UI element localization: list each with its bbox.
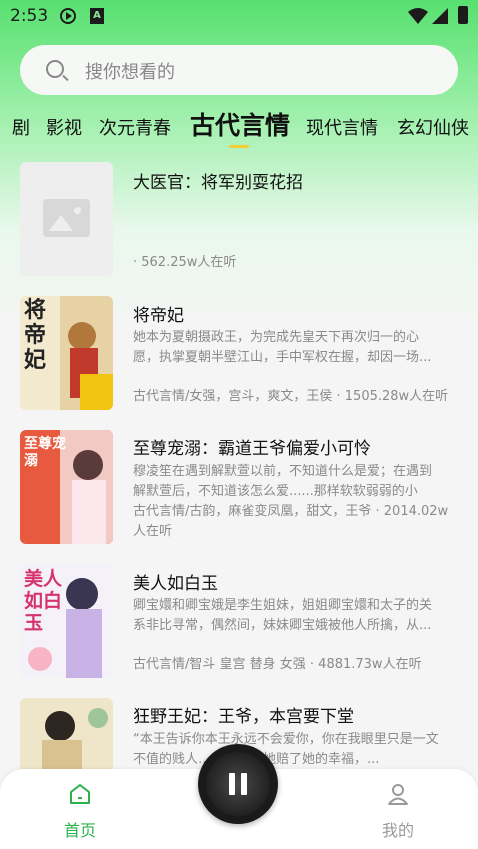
floating-player-button[interactable] — [198, 744, 278, 824]
cover-title: 美人如白玉 — [24, 568, 63, 634]
book-item[interactable]: 将帝妃 将帝妃 她本为夏朝摄政王，为完成先皇天下再次归一的心愿，执掌夏朝半壁江山… — [0, 284, 478, 418]
book-cover: 美人如白玉 — [20, 564, 113, 678]
book-meta: · 562.25w人在听 — [133, 255, 237, 270]
battery-icon — [458, 6, 468, 24]
book-description: 卿宝嬛和卿宝娥是李生姐妹，姐姐卿宝嬛和太子的关系非比寻常，偶然间，妹妹卿宝娥被他… — [133, 598, 433, 633]
search-icon — [46, 60, 64, 78]
search-placeholder: 搜你想看的 — [85, 62, 175, 83]
book-description: 她本为夏朝摄政王，为完成先皇天下再次归一的心愿，执掌夏朝半壁江山，手中军权在握，… — [133, 330, 432, 365]
book-title: 至尊宠溺：霸道王爷偏爱小可怜 — [133, 439, 371, 459]
book-item[interactable]: 至尊宠溺 至尊宠溺：霸道王爷偏爱小可怜 穆凌笙在遇到解默萱以前，不知道什么是爱；… — [0, 418, 478, 552]
book-meta: 古代言情/女强，宫斗，爽文，王侯 · 1505.28w人在听 — [133, 389, 449, 404]
book-title: 大医官：将军别耍花招 — [133, 173, 303, 193]
book-description: “本王告诉你本王永远不会爱你，你在我眼里只是一文不值的贱人……贱人？她赔了她的幸… — [133, 732, 439, 767]
book-title: 美人如白玉 — [133, 574, 218, 594]
book-item[interactable]: 大医官：将军别耍花招 · 562.25w人在听 — [0, 150, 478, 284]
user-icon — [388, 784, 408, 805]
nav-me[interactable]: 我的 — [368, 781, 428, 841]
status-time: 2:53 — [10, 6, 49, 26]
tab-drama[interactable]: 剧 — [12, 114, 30, 140]
home-icon — [70, 784, 90, 804]
cover-title: 将帝妃 — [24, 298, 47, 373]
tab-ancient-romance[interactable]: 古代言情 — [190, 106, 290, 142]
image-placeholder-icon — [43, 199, 90, 237]
tab-fantasy[interactable]: 玄幻仙侠 — [397, 114, 469, 140]
book-cover — [20, 162, 113, 276]
status-bar: 2:53 A — [0, 0, 478, 34]
cover-title: 至尊宠溺 — [24, 436, 66, 469]
tab-modern-romance[interactable]: 现代言情 — [306, 114, 378, 140]
book-meta: 古代言情/古韵，麻雀变凤凰，甜文，王爷 · 2014.02w人在听 — [133, 504, 449, 539]
tab-film[interactable]: 影视 — [46, 114, 82, 140]
app-notification-icon: A — [90, 8, 104, 24]
book-description: 穆凌笙在遇到解默萱以前，不知道什么是爱；在遇到解默萱后，不知道该怎么爱.....… — [133, 464, 433, 499]
pause-icon — [229, 773, 247, 795]
book-cover: 将帝妃 — [20, 296, 113, 410]
tab-youth[interactable]: 次元青春 — [99, 114, 171, 140]
book-cover: 至尊宠溺 — [20, 430, 113, 544]
nav-me-label: 我的 — [381, 821, 414, 840]
category-tabs: 剧 影视 次元青春 古代言情 现代言情 玄幻仙侠 — [0, 104, 478, 150]
book-meta: 古代言情/智斗 皇宫 替身 女强 · 4881.73w人在听 — [133, 657, 422, 672]
nav-home[interactable]: 首页 — [50, 781, 110, 841]
signal-icon — [432, 8, 448, 24]
search-bar[interactable]: 搜你想看的 — [20, 45, 458, 95]
book-title: 狂野王妃：王爷，本宫要下堂 — [133, 707, 354, 727]
book-title: 将帝妃 — [133, 306, 184, 326]
nav-home-label: 首页 — [63, 821, 96, 840]
media-play-icon — [60, 8, 76, 24]
active-tab-indicator — [229, 145, 249, 148]
wifi-icon — [408, 8, 428, 24]
book-item[interactable]: 美人如白玉 美人如白玉 卿宝嬛和卿宝娥是李生姐妹，姐姐卿宝嬛和太子的关系非比寻常… — [0, 552, 478, 686]
